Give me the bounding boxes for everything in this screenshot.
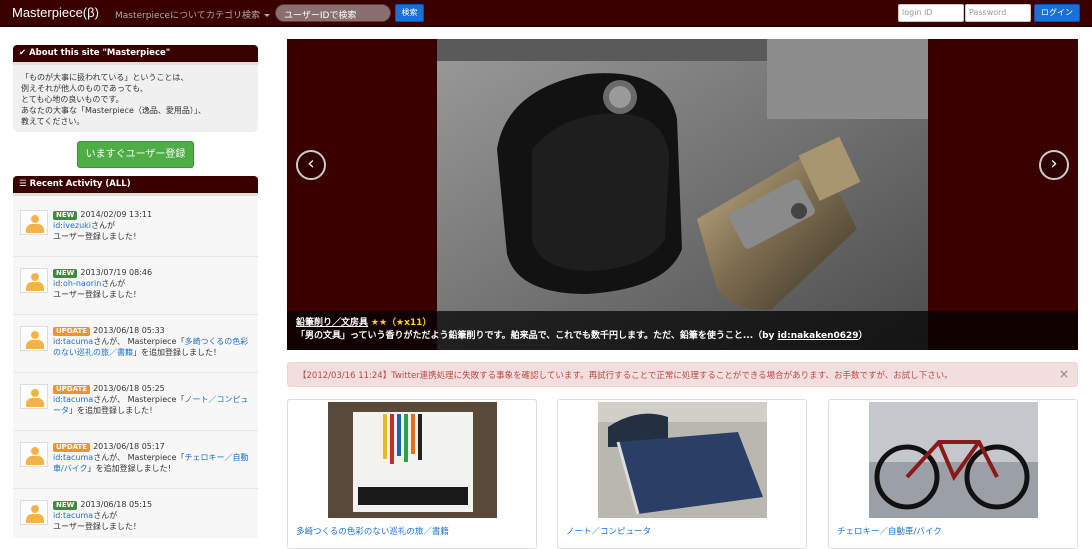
activity-date: 2013/06/18 05:17: [93, 442, 165, 451]
activity-item: NEW 2014/02/09 13:11 id:ivezukiさんが ユーザー登録…: [13, 199, 258, 257]
caption-description: 「男の文具」っていう香りがただよう鉛筆削りです。舶来品で、これでも数千円します。…: [296, 331, 778, 341]
user-search-input[interactable]: ユーザーIDで検索: [275, 4, 391, 22]
nav-category-dropdown[interactable]: カテゴリ検索: [206, 8, 271, 21]
activity-item: NEW 2013/07/19 08:46 id:oh-naorinさんが ユーザー…: [13, 257, 258, 315]
card-label[interactable]: ノート／コンピュータ: [566, 525, 651, 537]
user-link[interactable]: id:ivezuki: [53, 221, 91, 230]
activity-item: UPDATE 2013/06/18 05:33 id:tacumaさんが、 Mas…: [13, 315, 258, 373]
activity-item: UPDATE 2013/06/18 05:25 id:tacumaさんが、 Mas…: [13, 373, 258, 431]
update-badge: UPDATE: [53, 327, 91, 336]
activity-date: 2014/02/09 13:11: [80, 210, 153, 219]
activity-suffix: さんが、 Masterpiece「: [93, 453, 185, 462]
about-panel-body: 「ものが大事に扱われている」ということは、 例えそれが他人のものであっても、 と…: [13, 62, 258, 132]
carousel-caption: 鉛筆削り／文房具 ★★（★x11） 「男の文具」っていう香りがただよう鉛筆削りで…: [287, 311, 1078, 350]
carousel-next-button[interactable]: ›: [1039, 150, 1069, 180]
activity-suffix: さんが、 Masterpiece「: [93, 395, 185, 404]
activity-date: 2013/07/19 08:46: [80, 268, 153, 277]
about-line: 教えてください。: [21, 117, 85, 126]
user-avatar-icon[interactable]: [20, 384, 48, 409]
activity-text: ユーザー登録しました！: [53, 232, 141, 241]
masterpiece-card[interactable]: ノート／コンピュータ: [557, 399, 807, 549]
about-line: 「ものが大事に扱われている」ということは、: [21, 73, 189, 82]
chevron-right-icon: ›: [1050, 153, 1058, 174]
about-panel: ✔ About this site "Masterpiece" 「ものが大事に扱…: [13, 45, 258, 132]
caption-author-link[interactable]: id:nakaken0629: [778, 331, 859, 341]
user-link[interactable]: id:tacuma: [53, 511, 93, 520]
user-link[interactable]: id:tacuma: [53, 395, 93, 404]
activity-item: UPDATE 2013/06/18 05:17 id:tacumaさんが、 Mas…: [13, 431, 258, 489]
top-navbar: Masterpiece(β) Masterpieceについて カテゴリ検索 ユー…: [0, 0, 1092, 27]
check-icon: ✔: [19, 48, 27, 58]
about-panel-header: ✔ About this site "Masterpiece": [13, 45, 258, 65]
activity-list: NEW 2014/02/09 13:11 id:ivezukiさんが ユーザー登録…: [13, 193, 258, 538]
activity-suffix: さんが: [93, 511, 118, 520]
user-avatar-icon[interactable]: [20, 210, 48, 235]
alert-text: 再試行することで正常に処理することができる場合があります、お手数ですが、お試し下…: [588, 371, 953, 381]
password-input[interactable]: Password: [965, 4, 1031, 22]
star-rating-icon: ★★: [370, 318, 388, 328]
activity-panel-title: Recent Activity (ALL): [29, 179, 131, 189]
masterpiece-card[interactable]: チェロキー／自動車/バイク: [828, 399, 1078, 549]
login-id-input[interactable]: login ID: [898, 4, 964, 22]
activity-text: 」を追加登録しました！: [87, 464, 176, 473]
user-avatar-icon[interactable]: [20, 500, 48, 525]
activity-text: ユーザー登録しました！: [53, 522, 141, 531]
book-image[interactable]: [328, 402, 497, 518]
activity-panel-header: ☰ Recent Activity (ALL): [13, 176, 258, 196]
masterpiece-card[interactable]: 多崎つくるの色彩のない巡礼の旅／書籍: [287, 399, 537, 549]
about-line: あなたの大事な「Masterpiece（逸品、愛用品）」、: [21, 106, 206, 115]
activity-suffix: さんが: [91, 221, 115, 230]
card-label[interactable]: チェロキー／自動車/バイク: [837, 525, 942, 537]
error-alert: 【2012/03/16 11:24】Twitter連携処理に失敗する事象を確認し…: [287, 362, 1078, 387]
activity-item: NEW 2013/06/18 05:15 id:tacumaさんが ユーザー登録し…: [13, 489, 258, 538]
activity-date: 2013/06/18 05:15: [80, 500, 153, 509]
list-icon: ☰: [19, 179, 27, 189]
activity-text: 」を追加登録しました！: [133, 348, 221, 357]
activity-text: ユーザー登録しました！: [53, 290, 141, 299]
update-badge: UPDATE: [53, 385, 91, 394]
featured-photo[interactable]: [437, 39, 928, 350]
activity-suffix: さんが: [101, 279, 126, 288]
notebook-photo: [598, 402, 767, 518]
user-avatar-icon[interactable]: [20, 326, 48, 351]
user-link[interactable]: id:tacuma: [53, 337, 93, 346]
new-badge: NEW: [53, 501, 78, 510]
bicycle-photo: [869, 402, 1038, 518]
user-link[interactable]: id:tacuma: [53, 453, 93, 462]
register-now-button[interactable]: いますぐユーザー登録: [77, 141, 194, 168]
caption-title[interactable]: 鉛筆削り／文房具: [296, 318, 368, 328]
featured-carousel[interactable]: ‹ › 鉛筆削り／文房具 ★★（★x11） 「男の文具」っていう香りがただよう鉛…: [287, 39, 1078, 350]
about-line: とても心地の良いものです。: [21, 95, 124, 104]
bicycle-image[interactable]: [869, 402, 1038, 518]
book-photo: [328, 402, 497, 518]
activity-panel: ☰ Recent Activity (ALL) NEW 2014/02/09 13…: [13, 176, 258, 538]
user-avatar-icon[interactable]: [20, 442, 48, 467]
activity-text: 」を追加登録しました！: [69, 406, 157, 415]
caption-close-paren: ）: [858, 331, 868, 341]
about-panel-title: About this site "Masterpiece": [29, 48, 171, 58]
login-button[interactable]: ログイン: [1034, 4, 1080, 22]
activity-date: 2013/06/18 05:25: [93, 384, 165, 393]
chevron-left-icon: ‹: [307, 153, 315, 174]
pencil-sharpener-image: [437, 39, 928, 350]
search-button[interactable]: 検索: [395, 4, 424, 22]
card-label[interactable]: 多崎つくるの色彩のない巡礼の旅／書籍: [296, 525, 449, 537]
about-line: 例えそれが他人のものであっても、: [21, 84, 148, 93]
nav-about-link[interactable]: Masterpieceについて: [115, 8, 206, 21]
brand-logo[interactable]: Masterpiece(β): [12, 5, 99, 20]
new-badge: NEW: [53, 269, 78, 278]
chevron-down-icon: [264, 14, 271, 17]
nav-category-label: カテゴリ検索: [206, 11, 261, 21]
update-badge: UPDATE: [53, 443, 91, 452]
alert-strong-text: 【2012/03/16 11:24】Twitter連携処理に失敗する事象を確認し…: [298, 371, 589, 381]
carousel-prev-button[interactable]: ‹: [296, 150, 326, 180]
activity-suffix: さんが、 Masterpiece「: [93, 337, 185, 346]
star-count: （★x11）: [387, 318, 432, 328]
notebook-image[interactable]: [598, 402, 767, 518]
new-badge: NEW: [53, 211, 78, 220]
user-link[interactable]: id:oh-naorin: [53, 279, 101, 288]
user-avatar-icon[interactable]: [20, 268, 48, 293]
close-icon[interactable]: ×: [1059, 367, 1069, 381]
activity-date: 2013/06/18 05:33: [93, 326, 165, 335]
